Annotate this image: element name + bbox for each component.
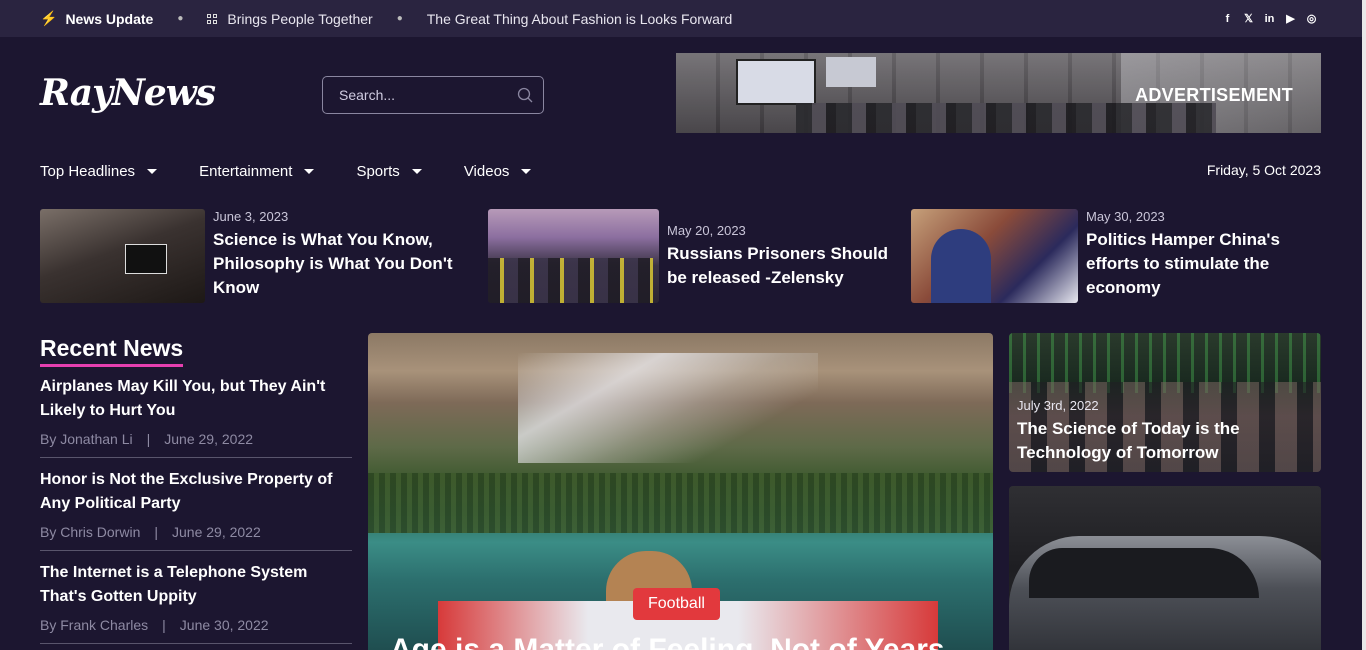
advertisement-banner[interactable]: ADVERTISEMENT — [676, 53, 1321, 133]
article-title[interactable]: Airplanes May Kill You, but They Ain't L… — [40, 375, 352, 423]
article-date: July 3rd, 2022 — [1017, 398, 1099, 413]
article-meta: By Chris Dorwin | June 29, 2022 — [40, 524, 352, 540]
ad-image-people — [796, 103, 1216, 133]
featured-article[interactable]: May 20, 2023 Russians Prisoners Should b… — [488, 209, 889, 303]
facebook-icon[interactable]: f — [1221, 12, 1234, 25]
meta-separator: | — [162, 617, 166, 633]
article-thumbnail[interactable] — [488, 209, 659, 303]
side-article[interactable]: July 3rd, 2022 The Science of Today is t… — [1009, 333, 1321, 472]
article-date: June 3, 2023 — [213, 209, 289, 224]
nav-item-videos[interactable]: Videos — [464, 163, 532, 180]
main-nav: Top Headlines Entertainment Sports Video… — [40, 160, 573, 182]
side-image-car-window — [1029, 548, 1259, 598]
instagram-icon[interactable]: ◎ — [1305, 12, 1318, 25]
article-thumbnail[interactable] — [911, 209, 1078, 303]
ad-image-screen — [736, 59, 816, 105]
article-author: By Chris Dorwin — [40, 524, 141, 540]
nav-item-sports[interactable]: Sports — [356, 162, 422, 180]
article-date: June 30, 2022 — [179, 617, 269, 633]
side-article[interactable] — [1009, 486, 1321, 650]
ticker-separator: ● — [177, 13, 184, 24]
ticker-item[interactable]: The Great Thing About Fashion is Looks F… — [427, 11, 733, 27]
caret-down-icon — [411, 168, 422, 174]
caret-down-icon — [147, 168, 158, 174]
hero-title[interactable]: Age is a Matter of Feeling, Not of Years — [390, 633, 945, 650]
article-title[interactable]: Russians Prisoners Should be released -Z… — [667, 242, 889, 290]
article-thumbnail[interactable] — [40, 209, 205, 303]
scrollbar[interactable] — [1362, 0, 1366, 650]
article-date: June 29, 2022 — [172, 524, 261, 540]
article-date: May 20, 2023 — [667, 223, 746, 238]
article-title[interactable]: The Science of Today is the Technology o… — [1017, 417, 1307, 465]
ticker-lead: News Update — [65, 10, 154, 27]
search-input[interactable] — [339, 87, 509, 103]
current-date: Friday, 5 Oct 2023 — [1206, 162, 1321, 178]
article-title[interactable]: Politics Hamper China's efforts to stimu… — [1086, 228, 1318, 300]
youtube-icon[interactable]: ▶ — [1284, 12, 1297, 25]
hero-image-trees — [368, 473, 993, 533]
nav-item-top-headlines[interactable]: Top Headlines — [40, 162, 158, 180]
featured-article[interactable]: May 30, 2023 Politics Hamper China's eff… — [911, 209, 1318, 303]
caret-down-icon — [521, 168, 532, 174]
nav-item-label: Entertainment — [199, 162, 293, 180]
lightning-icon: ⚡ — [40, 10, 58, 26]
social-links: f 𝕏 in ▶ ◎ — [1221, 0, 1318, 37]
article-title[interactable]: The Internet is a Telephone System That'… — [40, 561, 352, 609]
search-box — [322, 76, 544, 114]
meta-separator: | — [146, 431, 151, 447]
top-bar: ⚡ News Update ● Brings People Together ●… — [0, 0, 1362, 37]
search-icon[interactable] — [517, 87, 533, 103]
section-heading: Recent News — [40, 335, 184, 367]
article-meta: By Jonathan Li | June 29, 2022 — [40, 431, 352, 447]
article-date: June 29, 2022 — [164, 431, 254, 447]
nav-item-label: Videos — [463, 162, 510, 180]
caret-down-icon — [304, 168, 315, 174]
hero-article[interactable]: Football Age is a Matter of Feeling, Not… — [368, 333, 993, 650]
x-icon[interactable]: 𝕏 — [1242, 12, 1255, 25]
nav-item-label: Sports — [356, 162, 400, 180]
nav-item-label: Top Headlines — [40, 162, 136, 180]
linkedin-icon[interactable]: in — [1263, 12, 1276, 25]
category-badge[interactable]: Football — [633, 588, 720, 620]
featured-article[interactable]: June 3, 2023 Science is What You Know, P… — [40, 209, 455, 303]
ad-label: ADVERTISEMENT — [1135, 85, 1293, 105]
ticker-item[interactable]: Brings People Together — [227, 11, 372, 27]
recent-news: Recent News Airplanes May Kill You, but … — [40, 335, 352, 644]
nav-item-entertainment[interactable]: Entertainment — [199, 162, 315, 180]
list-item[interactable]: Airplanes May Kill You, but They Ain't L… — [40, 367, 352, 458]
article-title[interactable]: Science is What You Know, Philosophy is … — [213, 228, 455, 300]
article-title[interactable]: Honor is Not the Exclusive Property of A… — [40, 468, 352, 516]
grid-icon — [207, 13, 218, 24]
ad-image-screen — [826, 57, 876, 87]
article-author: By Jonathan Li — [40, 431, 133, 447]
article-date: May 30, 2023 — [1086, 209, 1165, 224]
article-author: By Frank Charles — [40, 617, 149, 633]
news-ticker: ⚡ News Update ● Brings People Together ●… — [40, 0, 732, 37]
list-item[interactable]: The Internet is a Telephone System That'… — [40, 551, 352, 644]
list-item[interactable]: Honor is Not the Exclusive Property of A… — [40, 458, 352, 551]
ticker-separator: ● — [396, 13, 403, 24]
hero-image-mountain — [518, 353, 818, 463]
article-meta: By Frank Charles | June 30, 2022 — [40, 617, 352, 633]
site-logo[interactable]: RayNews — [40, 72, 216, 114]
meta-separator: | — [154, 524, 158, 540]
